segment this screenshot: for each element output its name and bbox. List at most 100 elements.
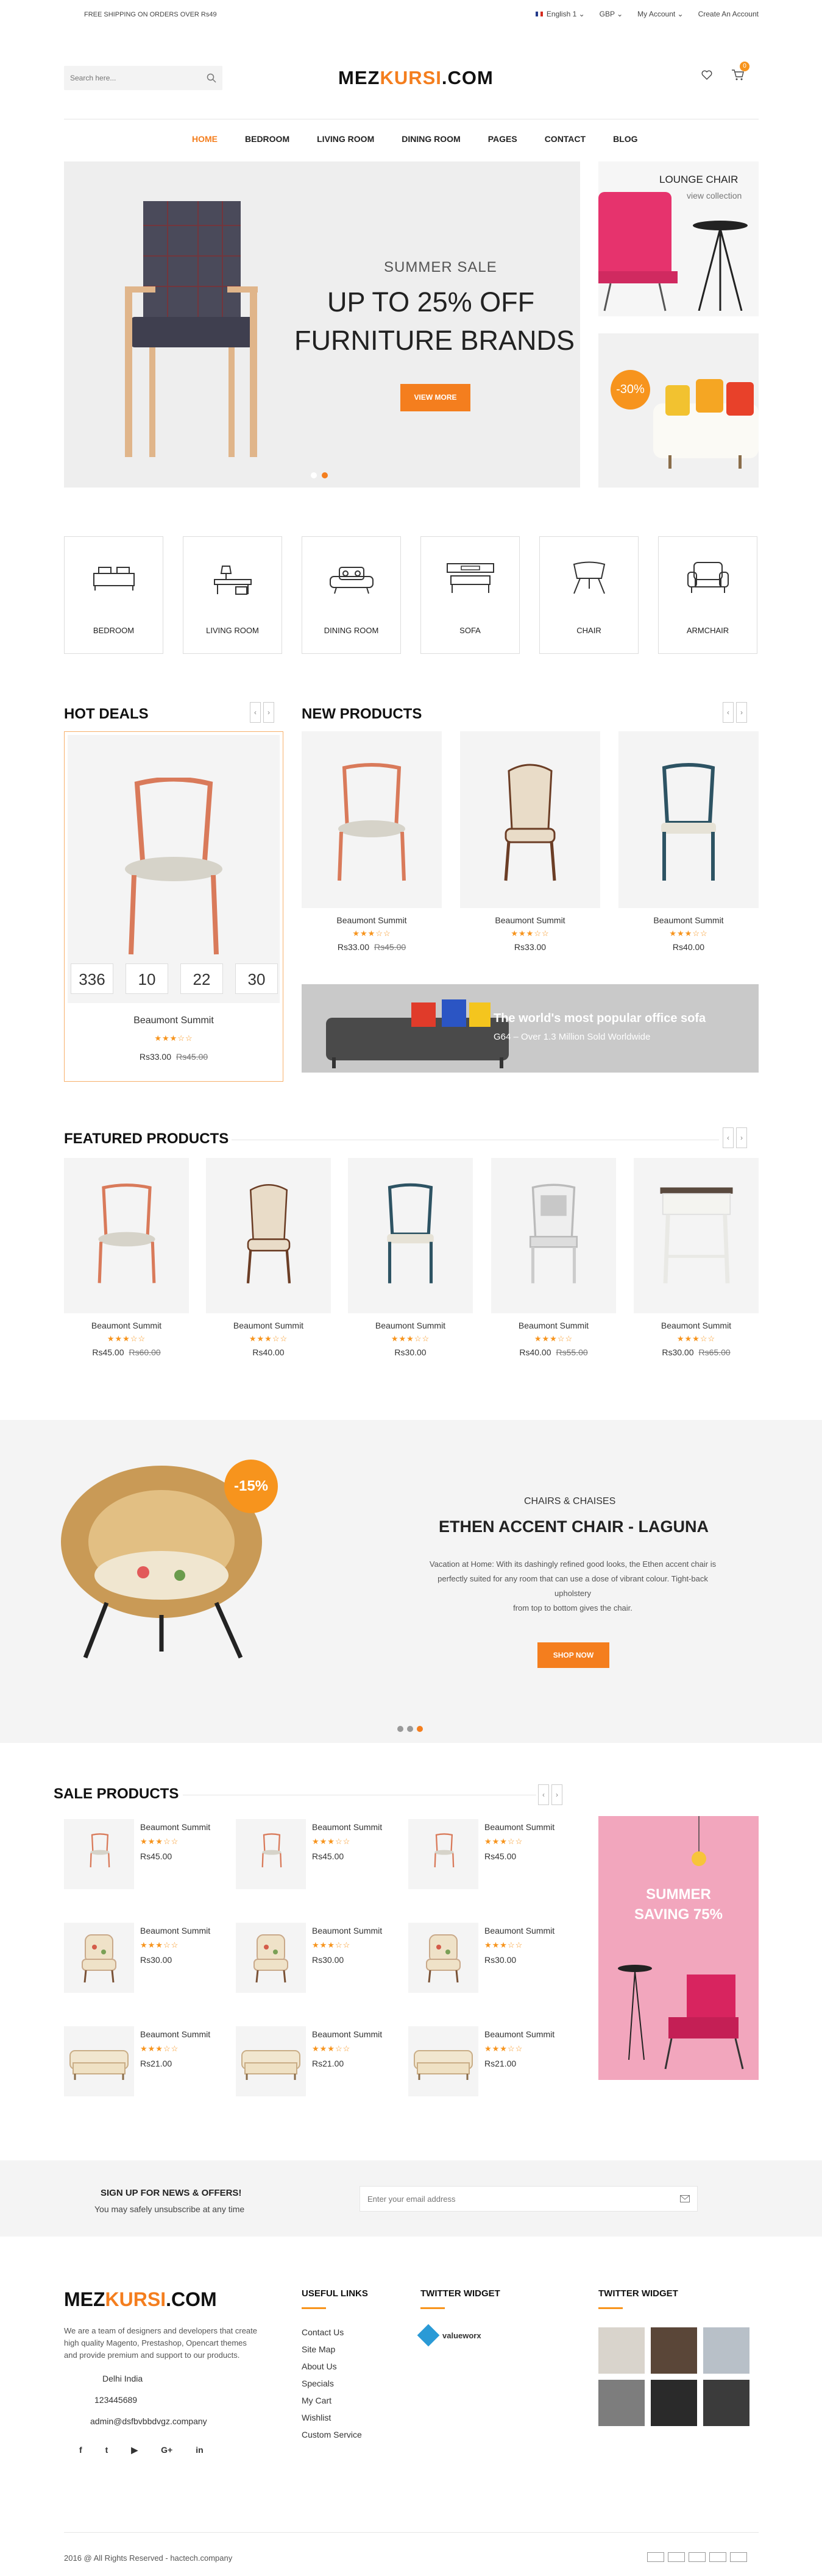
category-chair[interactable]: CHAIR — [539, 536, 639, 654]
sofa-promo[interactable]: -30% — [598, 333, 759, 488]
product-name[interactable]: Beaumont Summit — [206, 1321, 331, 1330]
sale-item[interactable]: Beaumont Summit ★★★☆☆ Rs21.00 — [236, 2026, 394, 2096]
sale-item[interactable]: Beaumont Summit ★★★☆☆ Rs45.00 — [408, 1819, 567, 1889]
footer-link-service[interactable]: Custom Service — [302, 2430, 368, 2439]
sale-item[interactable]: Beaumont Summit ★★★☆☆ Rs21.00 — [408, 2026, 567, 2096]
next-arrow[interactable]: › — [736, 1127, 747, 1148]
site-logo[interactable]: MEZKURSI.COM — [338, 67, 494, 89]
product-name[interactable]: Beaumont Summit — [140, 1926, 238, 1936]
prev-arrow[interactable]: ‹ — [250, 702, 261, 723]
product-name[interactable]: Beaumont Summit — [312, 2029, 409, 2039]
twitter-photo[interactable] — [598, 2380, 645, 2426]
hot-deal-card[interactable]: 336 10 22 30 Beaumont Summit ★★★☆☆ Rs33.… — [64, 731, 283, 1082]
office-sofa-banner[interactable]: The world's most popular office sofa G64… — [302, 984, 759, 1073]
nav-dining-room[interactable]: DINING ROOM — [402, 134, 460, 144]
product-name[interactable]: Beaumont Summit — [302, 915, 442, 925]
category-bedroom[interactable]: BEDROOM — [64, 536, 163, 654]
product-name[interactable]: Beaumont Summit — [634, 1321, 759, 1330]
product-name[interactable]: Beaumont Summit — [140, 1822, 238, 1832]
category-dining-room[interactable]: DINING ROOM — [302, 536, 401, 654]
carousel-dot[interactable] — [417, 1726, 423, 1732]
email-input[interactable] — [360, 2187, 665, 2211]
product-name[interactable]: Beaumont Summit — [312, 1822, 409, 1832]
footer-link-specials[interactable]: Specials — [302, 2379, 368, 2388]
product-name[interactable]: Beaumont Summit — [618, 915, 759, 925]
promo-link[interactable]: view collection — [687, 191, 742, 200]
product-name[interactable]: Beaumont Summit — [484, 1926, 582, 1936]
footer-logo[interactable]: MEZKURSI.COM — [64, 2288, 217, 2311]
slider-dot[interactable] — [311, 472, 317, 478]
twitter-photo[interactable] — [651, 2380, 697, 2426]
carousel-dot[interactable] — [407, 1726, 413, 1732]
google-plus-icon[interactable]: G+ — [161, 2445, 172, 2455]
footer-email[interactable]: admin@dsfbvbbdvgz.company — [90, 2416, 207, 2426]
nav-contact[interactable]: CONTACT — [545, 134, 586, 144]
lounge-chair-promo[interactable]: LOUNGE CHAIR view collection — [598, 161, 759, 316]
product-card[interactable]: Beaumont Summit ★★★☆☆ Rs40.00 — [618, 731, 759, 952]
footer-link-contact[interactable]: Contact Us — [302, 2327, 368, 2337]
currency-select[interactable]: GBP ⌄ — [600, 10, 623, 18]
prev-arrow[interactable]: ‹ — [723, 1127, 734, 1148]
nav-blog[interactable]: BLOG — [613, 134, 637, 144]
create-account-link[interactable]: Create An Account — [698, 10, 759, 18]
search-input[interactable] — [64, 66, 198, 90]
envelope-icon[interactable] — [680, 2195, 690, 2202]
slider-dot[interactable] — [322, 472, 328, 478]
product-card[interactable]: Beaumont Summit ★★★☆☆ Rs30.00 Rs65.00 — [634, 1158, 759, 1357]
footer-link-about[interactable]: About Us — [302, 2361, 368, 2371]
nav-home[interactable]: HOME — [192, 134, 218, 144]
sale-item[interactable]: Beaumont Summit ★★★☆☆ Rs45.00 — [236, 1819, 394, 1889]
my-account-link[interactable]: My Account ⌄ — [637, 10, 683, 18]
product-name[interactable]: Beaumont Summit — [484, 2029, 582, 2039]
linkedin-icon[interactable]: in — [196, 2445, 203, 2455]
product-name[interactable]: Beaumont Summit — [312, 1926, 409, 1936]
twitter-username[interactable]: valueworx — [442, 2331, 481, 2340]
sale-item[interactable]: Beaumont Summit ★★★☆☆ Rs45.00 — [64, 1819, 222, 1889]
nav-bedroom[interactable]: BEDROOM — [245, 134, 289, 144]
product-name[interactable]: Beaumont Summit — [140, 2029, 238, 2039]
twitter-photo[interactable] — [651, 2327, 697, 2374]
product-card[interactable]: Beaumont Summit ★★★☆☆ Rs33.00 — [460, 731, 600, 952]
view-more-button[interactable]: VIEW MORE — [400, 384, 470, 411]
sale-item[interactable]: Beaumont Summit ★★★☆☆ Rs30.00 — [236, 1923, 394, 1993]
footer-link-sitemap[interactable]: Site Map — [302, 2344, 368, 2354]
category-sofa[interactable]: SOFA — [420, 536, 520, 654]
sale-item[interactable]: Beaumont Summit ★★★☆☆ Rs30.00 — [64, 1923, 222, 1993]
twitter-photo[interactable] — [703, 2380, 749, 2426]
heart-icon[interactable] — [701, 69, 713, 81]
product-name[interactable]: Beaumont Summit — [491, 1321, 616, 1330]
footer-link-cart[interactable]: My Cart — [302, 2396, 368, 2405]
category-armchair[interactable]: ARMCHAIR — [658, 536, 757, 654]
category-living-room[interactable]: LIVING ROOM — [183, 536, 282, 654]
product-card[interactable]: Beaumont Summit ★★★☆☆ Rs30.00 — [348, 1158, 473, 1357]
prev-arrow[interactable]: ‹ — [723, 702, 734, 723]
product-name[interactable]: Beaumont Summit — [64, 1321, 189, 1330]
summer-saving-banner[interactable]: SUMMER SAVING 75% — [598, 1816, 759, 2080]
product-name[interactable]: Beaumont Summit — [460, 915, 600, 925]
twitter-photo[interactable] — [598, 2327, 645, 2374]
language-select[interactable]: English 1 ⌄ — [535, 10, 585, 18]
sale-item[interactable]: Beaumont Summit ★★★☆☆ Rs21.00 — [64, 2026, 222, 2096]
footer-link-wishlist[interactable]: Wishlist — [302, 2413, 368, 2422]
product-name[interactable]: Beaumont Summit — [65, 1015, 283, 1026]
product-name[interactable]: Beaumont Summit — [484, 1822, 582, 1832]
sale-item[interactable]: Beaumont Summit ★★★☆☆ Rs30.00 — [408, 1923, 567, 1993]
product-name[interactable]: Beaumont Summit — [348, 1321, 473, 1330]
next-arrow[interactable]: › — [736, 702, 747, 723]
next-arrow[interactable]: › — [263, 702, 274, 723]
product-card[interactable]: Beaumont Summit ★★★☆☆ Rs45.00 Rs60.00 — [64, 1158, 189, 1357]
prev-arrow[interactable]: ‹ — [538, 1784, 549, 1805]
next-arrow[interactable]: › — [551, 1784, 562, 1805]
cart-button[interactable]: 0 — [731, 62, 749, 84]
product-card[interactable]: Beaumont Summit ★★★☆☆ Rs40.00 — [206, 1158, 331, 1357]
shop-now-button[interactable]: SHOP NOW — [537, 1642, 609, 1668]
nav-living-room[interactable]: LIVING ROOM — [317, 134, 374, 144]
product-card[interactable]: Beaumont Summit ★★★☆☆ Rs40.00 Rs55.00 — [491, 1158, 616, 1357]
youtube-icon[interactable]: ▶ — [131, 2445, 138, 2455]
twitter-icon[interactable]: t — [105, 2445, 108, 2455]
nav-pages[interactable]: PAGES — [488, 134, 517, 144]
facebook-icon[interactable]: f — [79, 2445, 82, 2455]
twitter-photo[interactable] — [703, 2327, 749, 2374]
search-icon[interactable] — [207, 73, 216, 83]
product-card[interactable]: Beaumont Summit ★★★☆☆ Rs33.00 Rs45.00 — [302, 731, 442, 952]
